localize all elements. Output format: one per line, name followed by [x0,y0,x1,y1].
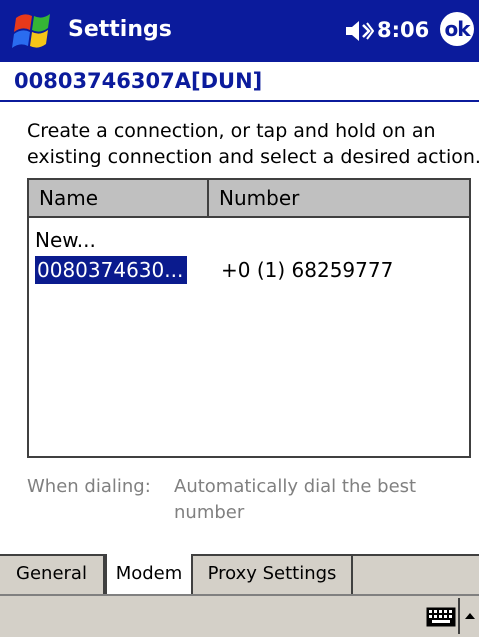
command-bar-divider [458,598,460,634]
when-dialing-label: When dialing: [27,476,151,497]
start-logo-icon[interactable] [10,8,60,54]
column-header-name[interactable]: Name [29,180,209,216]
ok-button[interactable]: ok [440,12,474,46]
tab-general[interactable]: General [0,554,105,594]
when-dialing-value-line-2: number [174,502,245,523]
list-header: Name Number [29,180,469,218]
when-dialing-value-line-1: Automatically dial the best [174,476,417,497]
connection-title: 00803746307A[DUN] [14,69,263,93]
connection-name[interactable]: 0080374630... [35,256,188,284]
tab-strip: General Modem Proxy Settings [0,554,479,594]
list-item-new[interactable]: New... [35,226,96,254]
header-divider [0,100,479,102]
keyboard-icon[interactable] [426,607,456,627]
window-title: Settings [68,17,172,42]
list-item-connection[interactable]: 0080374630... +0 (1) 68259777 [35,256,465,284]
tab-modem[interactable]: Modem [105,554,193,594]
sip-arrow-up-icon[interactable] [464,610,476,622]
title-bar: Settings 8:06 ok [0,0,479,62]
speaker-icon[interactable] [344,18,374,44]
when-dialing-value: Automatically dial the best number [174,474,454,526]
tab-proxy-settings[interactable]: Proxy Settings [193,554,353,594]
instructions-text: Create a connection, or tap and hold on … [27,118,479,170]
command-bar [0,594,479,637]
instructions-line-2: existing connection and select a desired… [27,146,479,168]
clock[interactable]: 8:06 [377,14,429,46]
column-header-number[interactable]: Number [209,180,299,216]
instructions-line-1: Create a connection, or tap and hold on … [27,120,436,142]
connections-list[interactable]: Name Number New... 0080374630... +0 (1) … [27,178,471,458]
connection-number: +0 (1) 68259777 [221,258,394,282]
